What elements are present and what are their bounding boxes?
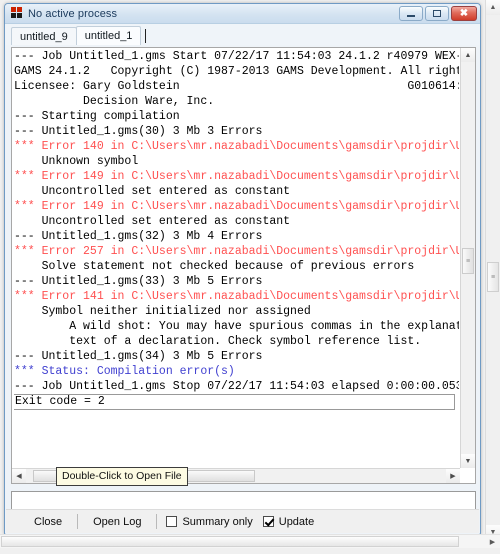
scroll-down-icon[interactable]: ▼ — [461, 454, 475, 468]
log-line: A wild shot: You may have spurious comma… — [14, 320, 459, 333]
window-controls: ✖ — [399, 6, 477, 21]
log-line: *** Error 149 in C:\Users\mr.nazabadi\Do… — [14, 170, 459, 183]
page-vertical-scrollbar[interactable]: ▲ ≡ ▼ — [485, 0, 500, 540]
tab-caret — [145, 29, 147, 43]
update-checkbox[interactable]: Update — [262, 515, 315, 528]
scroll-right-icon[interactable]: ▶ — [446, 469, 460, 483]
log-line: --- Untitled_1.gms(34) 3 Mb 5 Errors — [14, 350, 263, 363]
log-line: Uncontrolled set entered as constant — [14, 185, 291, 198]
log-vscroll-thumb[interactable]: ≡ — [462, 248, 474, 274]
log-line: --- Job Untitled_1.gms Start 07/22/17 11… — [14, 50, 459, 63]
close-button[interactable]: ✖ — [451, 6, 477, 21]
log-line: Licensee: Gary Goldstein G010614:2 — [14, 80, 459, 93]
log-line: Decision Ware, Inc. — [14, 95, 215, 108]
log-line: Solve statement not checked because of p… — [14, 260, 415, 273]
tab-untitled-9[interactable]: untitled_9 — [11, 27, 77, 45]
page-hscroll-thumb[interactable] — [1, 536, 459, 547]
log-text-content[interactable]: --- Job Untitled_1.gms Start 07/22/17 11… — [14, 49, 459, 467]
summary-only-label: Summary only — [182, 515, 253, 528]
update-label: Update — [278, 515, 315, 528]
log-line: *** Error 257 in C:\Users\mr.nazabadi\Do… — [14, 245, 459, 258]
log-line: GAMS 24.1.2 Copyright (C) 1987-2013 GAMS… — [14, 65, 459, 78]
log-line: *** Error 141 in C:\Users\mr.nazabadi\Do… — [14, 290, 459, 303]
gams-icon — [10, 7, 23, 20]
log-line: Symbol neither initialized nor assigned — [14, 305, 311, 318]
log-line: Unknown symbol — [14, 155, 139, 168]
log-line: *** Error 140 in C:\Users\mr.nazabadi\Do… — [14, 140, 459, 153]
log-line: --- Untitled_1.gms(33) 3 Mb 5 Errors — [14, 275, 263, 288]
tab-untitled-1[interactable]: untitled_1 — [75, 26, 142, 45]
log-line: Exit code = 2 — [14, 394, 455, 410]
log-pane[interactable]: --- Job Untitled_1.gms Start 07/22/17 11… — [11, 47, 476, 484]
log-line: text of a declaration. Check symbol refe… — [14, 335, 422, 348]
log-line: Uncontrolled set entered as constant — [14, 215, 291, 228]
log-line: --- Untitled_1.gms(32) 3 Mb 4 Errors — [14, 230, 263, 243]
tab-strip: untitled_9 untitled_1 — [5, 24, 480, 45]
scroll-right-icon[interactable]: ▶ — [487, 536, 498, 547]
log-line: *** Error 149 in C:\Users\mr.nazabadi\Do… — [14, 200, 459, 213]
page-root: No active process ✖ untitled_9 untitled_… — [0, 0, 500, 554]
checkbox-box[interactable] — [262, 516, 274, 527]
log-vertical-scrollbar[interactable]: ▲ ≡ ▼ — [460, 48, 475, 468]
window-titlebar: No active process ✖ — [5, 4, 480, 24]
log-line: --- Untitled_1.gms(30) 3 Mb 3 Errors — [14, 125, 263, 138]
summary-only-checkbox[interactable]: Summary only — [166, 515, 253, 528]
tab-label: untitled_9 — [20, 30, 68, 43]
checkbox-box[interactable] — [166, 516, 178, 527]
command-input[interactable] — [11, 491, 476, 510]
scroll-left-icon[interactable]: ◀ — [12, 469, 26, 483]
bottom-button-bar: Close Open Log Summary only Update — [6, 509, 479, 533]
minimize-icon — [407, 15, 415, 17]
log-line: *** Status: Compilation error(s) — [14, 365, 235, 378]
scroll-up-icon[interactable]: ▲ — [461, 48, 475, 62]
gams-log-window: No active process ✖ untitled_9 untitled_… — [4, 3, 481, 535]
tooltip: Double-Click to Open File — [56, 467, 188, 486]
page-vscroll-thumb[interactable]: ≡ — [487, 262, 499, 292]
page-horizontal-scrollbar[interactable]: ▶ — [0, 534, 500, 548]
maximize-icon — [433, 10, 441, 17]
log-line: --- Job Untitled_1.gms Stop 07/22/17 11:… — [14, 380, 459, 393]
window-title: No active process — [28, 7, 118, 20]
close-log-button[interactable]: Close — [28, 514, 68, 530]
close-icon: ✖ — [459, 7, 469, 19]
log-line: --- Starting compilation — [14, 110, 180, 123]
maximize-button[interactable] — [425, 6, 449, 21]
open-log-button[interactable]: Open Log — [87, 514, 147, 530]
scroll-up-icon[interactable]: ▲ — [486, 0, 500, 15]
separator — [77, 514, 79, 529]
separator — [156, 514, 158, 529]
tab-label: untitled_1 — [84, 30, 133, 42]
minimize-button[interactable] — [399, 6, 423, 21]
